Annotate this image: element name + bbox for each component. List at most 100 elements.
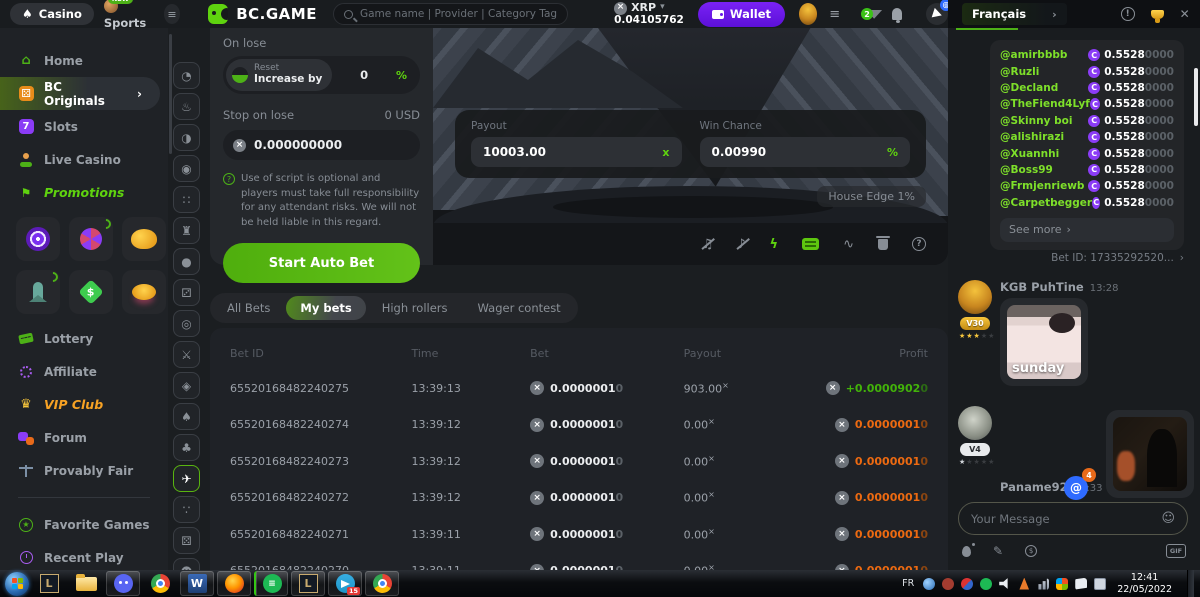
taskbar-app-firefox[interactable] bbox=[217, 571, 251, 596]
sidebar-item-favorite-games[interactable]: ★ Favorite Games bbox=[0, 508, 168, 541]
user-avatar[interactable] bbox=[799, 3, 817, 25]
sidebar-item-bc-originals[interactable]: ⚄ BC Originals › bbox=[0, 77, 160, 110]
game-icon-keno[interactable]: ∵ bbox=[173, 496, 200, 523]
game-icon-cards[interactable]: ♠ bbox=[173, 403, 200, 430]
tray-controller-icon[interactable] bbox=[942, 578, 954, 590]
taskbar-app-chrome[interactable] bbox=[143, 571, 177, 596]
tray-steam-icon[interactable] bbox=[923, 578, 935, 590]
game-icon-hilo[interactable]: ◈ bbox=[173, 372, 200, 399]
game-icon-tower[interactable]: ♣ bbox=[173, 434, 200, 461]
table-row[interactable]: 65520168482240271 13:39:11 ×0.00000010 0… bbox=[230, 516, 928, 553]
rain-user-row[interactable]: @Boss99C0.55280000 bbox=[1000, 162, 1174, 178]
promo-tile-coins[interactable] bbox=[122, 270, 166, 314]
tray-app-icon[interactable] bbox=[961, 578, 973, 590]
game-icon-plinko[interactable]: ♨ bbox=[173, 93, 200, 120]
tray-spotify-icon[interactable] bbox=[980, 578, 992, 590]
game-icon-swords[interactable]: ⚔ bbox=[173, 341, 200, 368]
rain-user-row[interactable]: @alishiraziC0.55280000 bbox=[1000, 129, 1174, 145]
rain-user-row[interactable]: @amirbbbbC0.55280000 bbox=[1000, 47, 1174, 63]
keyboard-language[interactable]: FR bbox=[902, 578, 914, 589]
rules-pen-icon[interactable]: ✎ bbox=[993, 544, 1003, 558]
chat-gif-bubble[interactable] bbox=[1106, 410, 1194, 498]
taskbar-app-discord[interactable] bbox=[106, 571, 140, 596]
sidebar-item-forum[interactable]: Forum bbox=[0, 421, 168, 454]
gif-picker-icon[interactable]: GIF bbox=[1166, 544, 1186, 558]
rain-drop-icon[interactable] bbox=[962, 546, 971, 557]
chat-username[interactable]: KGB PuhTine bbox=[1000, 280, 1084, 294]
tab-all-bets[interactable]: All Bets bbox=[213, 296, 284, 320]
tray-windows-icon[interactable] bbox=[1056, 578, 1068, 590]
sidebar-item-promotions[interactable]: ⚑ Promotions bbox=[0, 176, 168, 209]
notifications-bell-icon[interactable] bbox=[892, 8, 902, 20]
table-row[interactable]: 65520168482240274 13:39:12 ×0.00000010 0… bbox=[230, 407, 928, 444]
tray-monitor-graph-icon[interactable] bbox=[1037, 578, 1049, 590]
wallet-button[interactable]: Wallet bbox=[698, 2, 785, 27]
sidebar-item-slots[interactable]: 7 Slots bbox=[0, 110, 168, 143]
chat-rules-icon[interactable]: ! bbox=[1121, 7, 1135, 21]
rain-user-row[interactable]: @RuzliC0.55280000 bbox=[1000, 63, 1174, 79]
tray-network-icon[interactable] bbox=[1094, 578, 1106, 590]
rain-user-row[interactable]: @Skinny boiC0.55280000 bbox=[1000, 113, 1174, 129]
win-chance-input[interactable]: 0.00990 % bbox=[700, 137, 911, 167]
menu-toggle-icon[interactable]: ≡ bbox=[164, 4, 181, 24]
taskbar-app-telegram[interactable]: 15 bbox=[328, 571, 362, 596]
see-more-button[interactable]: See more› bbox=[1000, 218, 1174, 242]
show-desktop-button[interactable] bbox=[1187, 570, 1194, 597]
rain-user-row[interactable]: @DeclandC0.55280000 bbox=[1000, 80, 1174, 96]
sidebar-item-affiliate[interactable]: Affiliate bbox=[0, 355, 168, 388]
bet-id-link[interactable]: Bet ID: 17335292520...› bbox=[1051, 252, 1184, 264]
sidebar-item-live-casino[interactable]: Live Casino bbox=[0, 143, 168, 176]
tab-wager-contest[interactable]: Wager contest bbox=[464, 296, 575, 320]
rain-user-row[interactable]: @XuannhiC0.55280000 bbox=[1000, 145, 1174, 161]
chat-toggle-button[interactable]: @ bbox=[926, 3, 948, 25]
game-icon-fruit[interactable]: ◔ bbox=[173, 62, 200, 89]
table-row[interactable]: 65520168482240275 13:39:13 ×0.00000010 9… bbox=[230, 370, 928, 407]
hotkeys-keyboard-icon[interactable] bbox=[802, 238, 819, 250]
table-row[interactable]: 65520168482240272 13:39:12 ×0.00000010 0… bbox=[230, 480, 928, 517]
close-chat-icon[interactable]: ✕ bbox=[1180, 7, 1190, 21]
sidebar-item-home[interactable]: ⌂ Home bbox=[0, 44, 168, 77]
taskbar-clock[interactable]: 12:41 22/05/2022 bbox=[1117, 572, 1172, 596]
rain-user-row[interactable]: @TheFiend4LyfC0.55280000 bbox=[1000, 96, 1174, 112]
game-icon-craps[interactable]: ⚄ bbox=[173, 527, 200, 554]
tab-high-rollers[interactable]: High rollers bbox=[368, 296, 462, 320]
promo-tile-deals[interactable]: $ bbox=[69, 270, 113, 314]
game-icon-dice[interactable]: ⚂ bbox=[173, 279, 200, 306]
promo-tile-rocket[interactable] bbox=[16, 270, 60, 314]
taskbar-app-chrome-2[interactable] bbox=[365, 571, 399, 596]
avatar[interactable] bbox=[958, 280, 992, 314]
reset-increase-toggle[interactable]: Reset Increase by bbox=[226, 59, 332, 91]
sidebar-item-lottery[interactable]: Lottery bbox=[0, 322, 168, 355]
taskbar-app-spotify[interactable]: ≡ bbox=[254, 571, 288, 596]
tip-coin-icon[interactable]: $ bbox=[1025, 545, 1037, 557]
table-row[interactable]: 65520168482240270 13:39:11 ×0.00000010 0… bbox=[230, 553, 928, 571]
increase-value-input[interactable]: 0 bbox=[332, 68, 396, 82]
chat-message-input[interactable] bbox=[971, 512, 1141, 526]
game-icon-cookies[interactable]: ∷ bbox=[173, 186, 200, 213]
chat-scrollbar[interactable] bbox=[1194, 68, 1198, 126]
game-icon-bot[interactable]: ☻ bbox=[173, 558, 200, 570]
taskbar-app-word[interactable]: W bbox=[180, 571, 214, 596]
start-button[interactable] bbox=[5, 572, 29, 596]
game-icon-wheel[interactable]: ◑ bbox=[173, 124, 200, 151]
sound-off-icon[interactable]: ♪ bbox=[737, 237, 745, 252]
turbo-bolt-icon[interactable]: ϟ bbox=[770, 237, 779, 252]
promo-tile-wheel[interactable] bbox=[69, 217, 113, 261]
account-menu-icon[interactable]: ≡ bbox=[829, 7, 840, 22]
game-icon-roulette[interactable]: ◎ bbox=[173, 310, 200, 337]
tab-my-bets[interactable]: My bets bbox=[286, 296, 365, 320]
stop-on-lose-input[interactable]: × 0.000000000 bbox=[223, 130, 420, 160]
avatar[interactable] bbox=[958, 406, 992, 440]
game-icon-limbo-active[interactable]: ✈ bbox=[173, 465, 200, 492]
trash-icon[interactable] bbox=[878, 239, 888, 250]
tray-vlc-icon[interactable] bbox=[1018, 578, 1030, 590]
bc-game-logo[interactable]: BC.GAME bbox=[208, 4, 317, 24]
rain-user-row[interactable]: @FrmjenriewbC0.55280000 bbox=[1000, 178, 1174, 194]
taskbar-app-lol[interactable]: L bbox=[32, 571, 66, 596]
game-search[interactable]: Game name | Provider | Category Tag bbox=[333, 3, 568, 25]
tray-action-center-flag-icon[interactable] bbox=[1075, 578, 1087, 590]
casino-toggle[interactable]: ♠ Casino bbox=[10, 3, 94, 25]
currency-selector[interactable]: × XRP ▾ 0.04105762 bbox=[614, 2, 684, 27]
game-icon-coinflip[interactable]: ◉ bbox=[173, 155, 200, 182]
music-off-icon[interactable]: ♫ bbox=[702, 237, 714, 252]
